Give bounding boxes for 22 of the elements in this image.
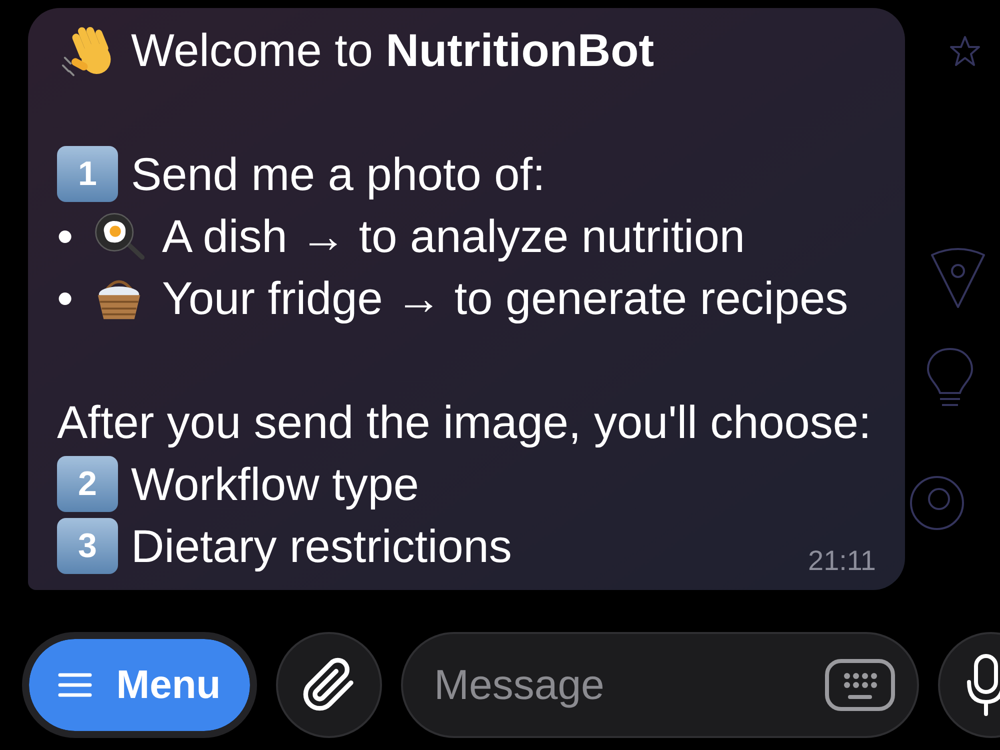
frying-pan-egg-icon [93, 211, 145, 261]
pizza-slice-icon [928, 245, 988, 309]
message-time: 21:11 [808, 545, 876, 577]
hamburger-menu-icon [58, 672, 92, 698]
keycap-number: 3 [57, 518, 118, 574]
keycap-number: 2 [57, 456, 118, 512]
microphone-icon [966, 654, 1000, 716]
step-text: Send me a photo of: [131, 147, 546, 202]
bullet-point: • [57, 271, 73, 326]
bullet-point: • [57, 209, 73, 264]
step-text: Workflow type [131, 457, 420, 512]
welcome-title: Welcome to NutritionBot [131, 23, 654, 78]
star-icon [948, 34, 982, 68]
menu-button[interactable]: Menu [22, 632, 257, 738]
keyboard-icon[interactable] [825, 659, 895, 711]
keycap-number: 1 [57, 146, 118, 202]
option-text: Your fridge → to generate recipes [162, 271, 848, 326]
ball-icon [908, 474, 966, 532]
message-field[interactable]: Message [401, 632, 919, 738]
follow-up-text: After you send the image, you'll choose: [57, 395, 872, 450]
option-text: A dish → to analyze nutrition [162, 209, 745, 264]
step-text: Dietary restrictions [131, 519, 512, 574]
